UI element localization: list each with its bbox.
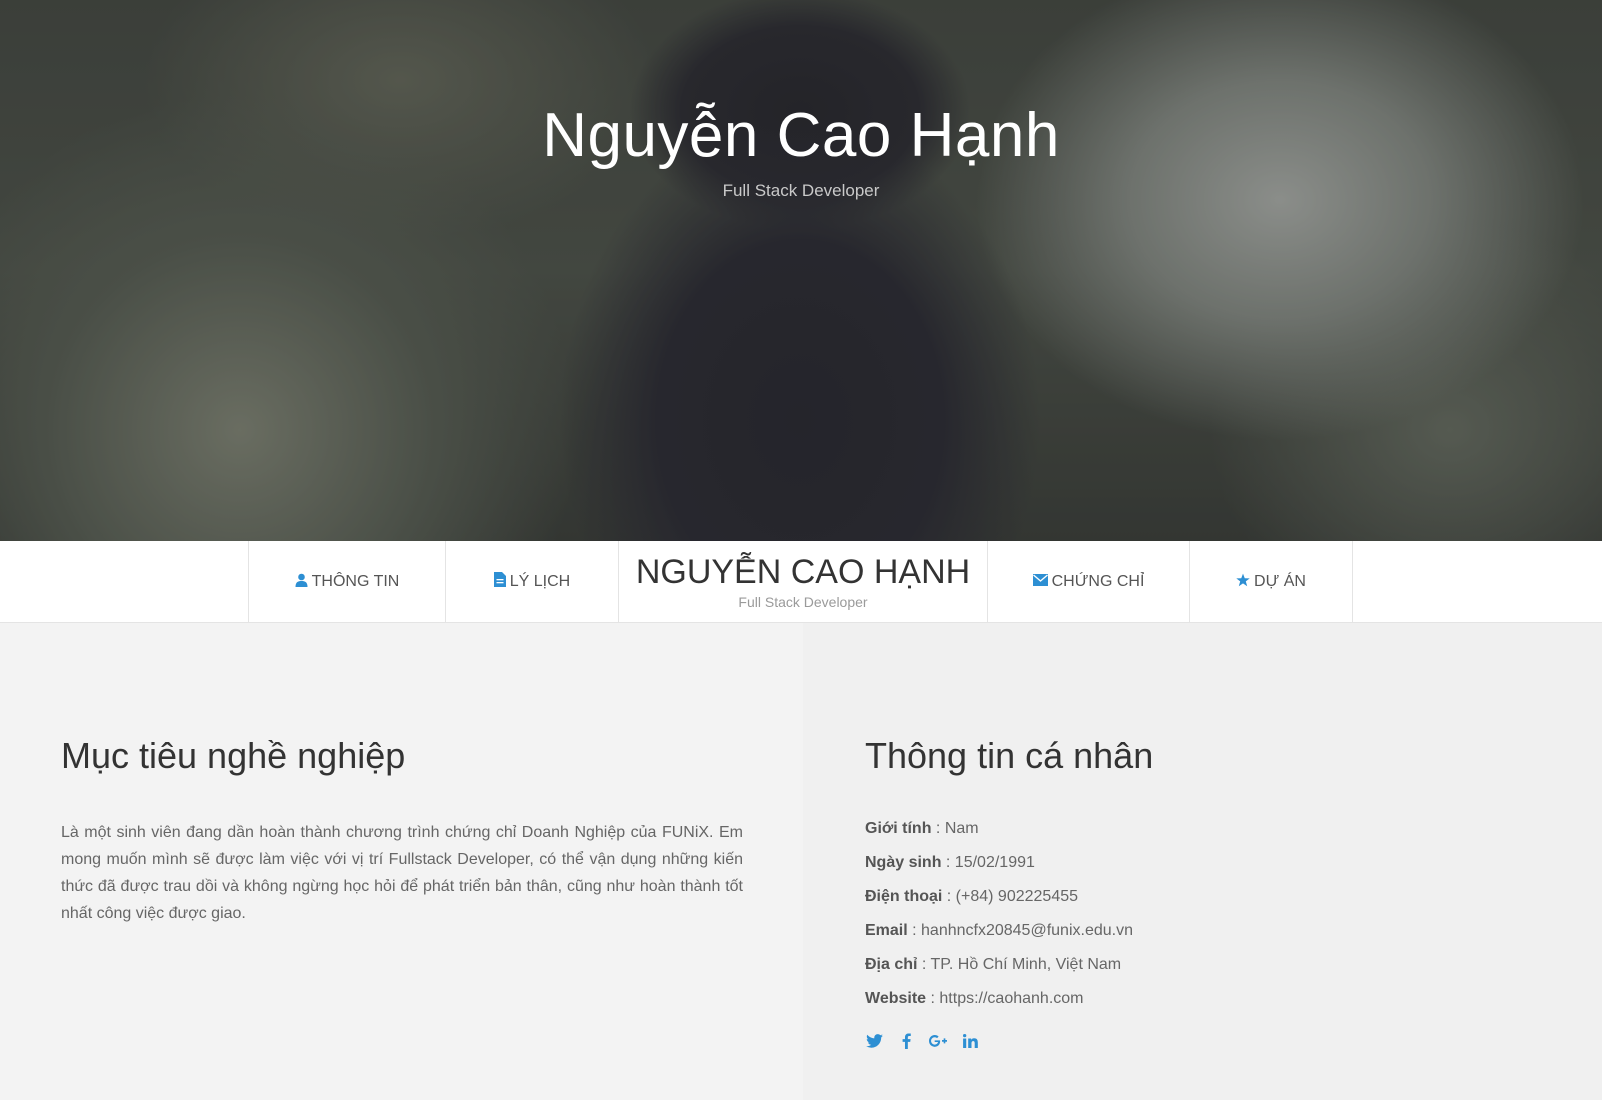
brand-name: Nguyễn Cao Hạnh: [635, 553, 971, 591]
nav-brand[interactable]: Nguyễn Cao Hạnh Full Stack Developer: [619, 541, 988, 623]
info-value: : hanhncfx20845@funix.edu.vn: [907, 922, 1133, 939]
objective-text: Là một sinh viên đang dần hoàn thành chư…: [61, 824, 743, 922]
main-nav: THÔNG TIN LÝ LỊCH Nguyễn Cao Hạnh Full S…: [0, 541, 1602, 623]
social-links: [865, 1033, 979, 1054]
envelope-icon: [1032, 573, 1048, 591]
twitter-icon[interactable]: [865, 1033, 883, 1054]
info-row-email: Email : hanhncfx20845@funix.edu.vn: [865, 921, 1133, 955]
info-value: : TP. Hồ Chí Minh, Việt Nam: [917, 956, 1122, 973]
info-row-website: Website : https://caohanh.com: [865, 989, 1133, 1023]
info-label: Website: [865, 990, 927, 1007]
personal-info-list: Giới tính : Nam Ngày sinh : 15/02/1991 Đ…: [865, 819, 1133, 1023]
personal-info-section: Thông tin cá nhân Giới tính : Nam Ngày s…: [803, 623, 1602, 1100]
linkedin-icon[interactable]: [961, 1033, 979, 1054]
info-value: : https://caohanh.com: [926, 990, 1084, 1007]
star-icon: [1236, 573, 1250, 592]
info-value: : 15/02/1991: [941, 854, 1035, 871]
nav-item-label: THÔNG TIN: [311, 573, 400, 590]
info-value: : (+84) 902225455: [942, 888, 1079, 905]
nav-item-thong-tin[interactable]: THÔNG TIN: [249, 541, 446, 623]
objective-title: Mục tiêu nghề nghiệp: [61, 735, 406, 776]
nav-item-ly-lich[interactable]: LÝ LỊCH: [446, 541, 619, 623]
brand-role: Full Stack Developer: [738, 594, 868, 610]
nav-item-du-an[interactable]: DỰ ÁN: [1190, 541, 1353, 623]
nav-item-label: DỰ ÁN: [1254, 573, 1306, 590]
objective-section: Mục tiêu nghề nghiệp Là một sinh viên đa…: [0, 623, 803, 1100]
nav-item-label: LÝ LỊCH: [509, 573, 571, 590]
google-plus-icon[interactable]: [929, 1033, 947, 1054]
info-row-address: Địa chỉ : TP. Hồ Chí Minh, Việt Nam: [865, 955, 1133, 989]
info-row-phone: Điện thoại : (+84) 902225455: [865, 887, 1133, 921]
personal-info-title: Thông tin cá nhân: [865, 735, 1154, 776]
file-icon: [493, 572, 506, 592]
info-row-birthday: Ngày sinh : 15/02/1991: [865, 853, 1133, 887]
hero-banner: Nguyễn Cao Hạnh Full Stack Developer: [0, 0, 1602, 541]
facebook-icon[interactable]: [897, 1033, 915, 1054]
info-label: Điện thoại: [865, 888, 943, 905]
info-label: Ngày sinh: [865, 854, 942, 871]
info-label: Địa chỉ: [865, 956, 918, 973]
hero-role: Full Stack Developer: [722, 181, 880, 200]
info-label: Giới tính: [865, 820, 932, 837]
info-value: : Nam: [931, 820, 979, 837]
info-label: Email: [865, 922, 908, 939]
hero-name: Nguyễn Cao Hạnh: [542, 101, 1060, 170]
content-area: Mục tiêu nghề nghiệp Là một sinh viên đa…: [0, 623, 1602, 1100]
info-row-gender: Giới tính : Nam: [865, 819, 1133, 853]
nav-item-chung-chi[interactable]: CHỨNG CHỈ: [988, 541, 1190, 623]
nav-item-label: CHỨNG CHỈ: [1051, 573, 1145, 590]
user-icon: [295, 573, 308, 592]
